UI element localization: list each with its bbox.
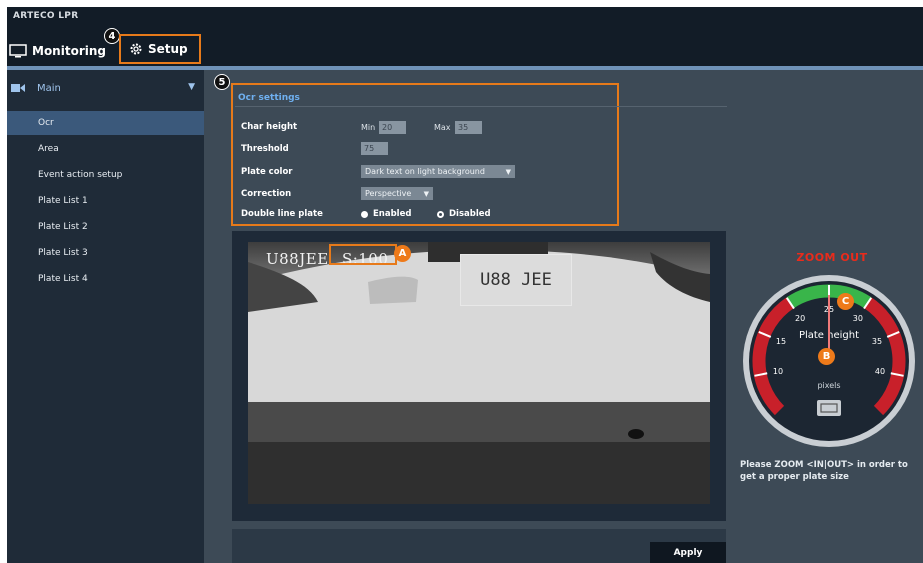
ocr-plate-reading: U88JEE <box>266 250 329 268</box>
plate-height-gauge: 10 15 20 25 30 35 40 Plate height pixels… <box>740 272 918 454</box>
disabled-label: Disabled <box>449 209 491 219</box>
enabled-label: Enabled <box>373 209 412 219</box>
ocr-settings-title: Ocr settings <box>238 93 300 103</box>
callout-b: B <box>818 348 835 365</box>
sidebar-item-plate-list-3[interactable]: Plate List 3 <box>7 241 204 265</box>
license-plate: U88 JEE <box>460 254 572 306</box>
sidebar-item-plate-list-4[interactable]: Plate List 4 <box>7 267 204 291</box>
sidebar-item-event-action-setup[interactable]: Event action setup <box>7 163 204 187</box>
chevron-down-icon: ▼ <box>423 189 429 198</box>
callout-c: C <box>837 293 854 310</box>
correction-select[interactable]: Perspective ▼ <box>361 187 433 200</box>
sidebar: Main ▼ Ocr Area Event action setup Plate… <box>7 70 204 563</box>
camera-icon <box>11 83 25 93</box>
double-line-plate-label: Double line plate <box>241 209 323 219</box>
gauge-tick-label: 30 <box>853 314 863 323</box>
camera-preview-panel: U88JEE S:100 A U88 JEE <box>232 231 726 521</box>
tab-monitoring[interactable]: Monitoring <box>9 39 106 63</box>
gauge-tick-label: 15 <box>776 337 786 346</box>
zoom-instruction-title: ZOOM OUT <box>796 251 868 264</box>
sidebar-item-plate-list-1[interactable]: Plate List 1 <box>7 189 204 213</box>
tab-setup-label: Setup <box>148 42 188 56</box>
plate-color-value: Dark text on light background <box>365 167 485 176</box>
top-bar: ARTECO LPR Monitoring 4 Setup <box>7 7 923 66</box>
gauge-unit: pixels <box>817 381 840 390</box>
max-label: Max <box>434 123 451 132</box>
zoom-hint-text: Please ZOOM <IN|OUT> in order to get a p… <box>740 460 908 482</box>
char-height-max-input[interactable]: 35 <box>455 121 482 134</box>
sidebar-item-plate-list-2[interactable]: Plate List 2 <box>7 215 204 239</box>
sidebar-main-label: Main <box>37 82 61 94</box>
sidebar-main-group[interactable]: Main ▼ <box>7 78 204 98</box>
sidebar-item-ocr[interactable]: Ocr <box>7 111 204 135</box>
gauge-tick-label: 10 <box>773 367 783 376</box>
gauge-tick-label: 35 <box>872 337 882 346</box>
callout-a: A <box>394 245 411 262</box>
callout-5: 5 <box>214 74 230 90</box>
chevron-down-icon: ▼ <box>188 82 195 92</box>
gauge-tick-label: 20 <box>795 314 805 323</box>
apply-button[interactable]: Apply <box>650 542 726 563</box>
min-label: Min <box>361 123 376 132</box>
threshold-label: Threshold <box>241 144 289 154</box>
camera-image: U88JEE S:100 A U88 JEE <box>248 242 710 504</box>
sidebar-item-area[interactable]: Area <box>7 137 204 161</box>
divider <box>235 106 727 107</box>
app-title: ARTECO LPR <box>13 11 79 21</box>
radio-unchecked-icon <box>437 210 444 218</box>
callout-4: 4 <box>104 28 120 44</box>
monitor-icon <box>9 44 27 58</box>
app-window: ARTECO LPR Monitoring 4 Setup Main ▼ Ocr… <box>7 7 923 563</box>
radio-checked-icon <box>361 210 368 218</box>
char-height-label: Char height <box>241 122 298 132</box>
threshold-input[interactable]: 75 <box>361 142 388 155</box>
double-line-disabled-radio[interactable]: Disabled <box>437 209 491 219</box>
chevron-down-icon: ▼ <box>505 167 511 176</box>
plate-color-label: Plate color <box>241 167 293 177</box>
correction-label: Correction <box>241 189 292 199</box>
double-line-enabled-radio[interactable]: Enabled <box>361 209 411 219</box>
correction-value: Perspective <box>365 189 412 198</box>
plate-color-select[interactable]: Dark text on light background ▼ <box>361 165 515 178</box>
gear-icon <box>129 42 143 56</box>
score-highlight-box <box>329 244 397 265</box>
tab-monitoring-label: Monitoring <box>32 44 106 58</box>
ocr-settings-panel: Ocr settings Char height Min 20 Max 35 T… <box>231 83 727 226</box>
char-height-min-input[interactable]: 20 <box>379 121 406 134</box>
gauge-tick-label: 40 <box>875 367 885 376</box>
tab-setup[interactable]: Setup <box>119 34 201 64</box>
